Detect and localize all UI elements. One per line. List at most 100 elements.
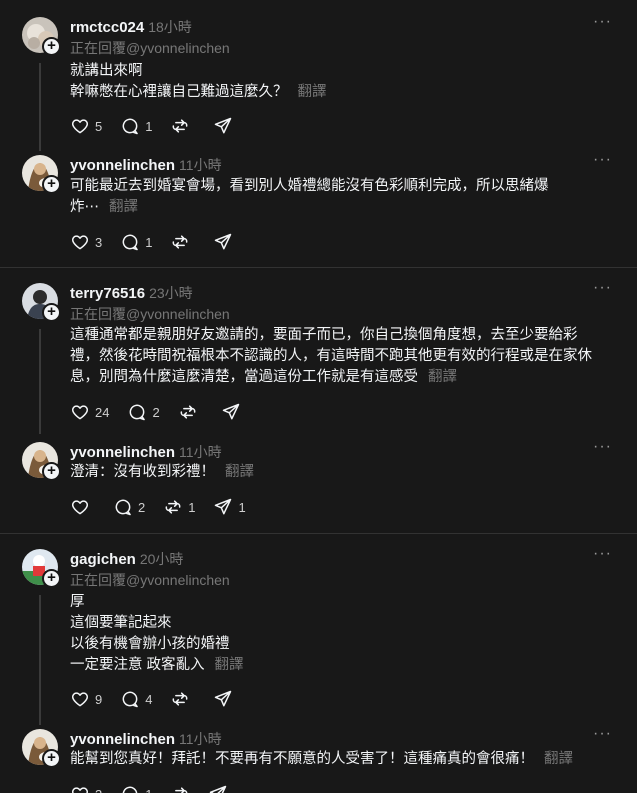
post-text-line: 這種通常都是親朋好友邀請的，要面子而已，你自己換個角度想，去至少要給彩 (70, 327, 578, 343)
send-icon (215, 690, 232, 707)
translate-link[interactable]: 翻譯 (298, 84, 327, 100)
action-bar: 9 4 (70, 689, 251, 709)
more-options-icon[interactable]: ··· (593, 13, 612, 31)
follow-plus-icon[interactable]: + (42, 175, 61, 194)
translate-link[interactable]: 翻譯 (225, 464, 254, 480)
comment-button[interactable]: 4 (120, 689, 152, 709)
comment-button[interactable]: 1 (120, 232, 152, 252)
translate-link[interactable]: 翻譯 (428, 369, 457, 385)
repost-icon (173, 119, 188, 133)
share-button[interactable] (213, 232, 233, 252)
timestamp[interactable]: 18小時 (148, 19, 192, 35)
like-button[interactable]: 3 (70, 784, 102, 793)
username[interactable]: yvonnelinchen (70, 444, 175, 461)
share-button[interactable] (208, 784, 228, 793)
username[interactable]: gagichen (70, 551, 136, 568)
repost-button[interactable]: 1 (163, 497, 195, 517)
action-bar: 2 1 1 (70, 497, 264, 517)
like-button[interactable]: 24 (70, 402, 109, 422)
comment-button[interactable]: 1 (120, 116, 152, 136)
username[interactable]: terry76516 (70, 285, 145, 302)
like-button[interactable] (70, 497, 95, 517)
thread-divider (0, 267, 637, 268)
action-bar: 24 2 (70, 402, 259, 422)
translate-link[interactable]: 翻譯 (109, 199, 138, 215)
heart-icon (71, 405, 89, 420)
share-button[interactable] (213, 689, 233, 709)
repost-button[interactable] (170, 232, 195, 252)
post-text-line: 澄清：沒有收到彩禮！ 翻譯 (70, 464, 254, 480)
username[interactable]: yvonnelinchen (70, 157, 175, 174)
action-bar: 3 1 (70, 232, 251, 252)
timestamp[interactable]: 20小時 (140, 551, 184, 567)
timestamp[interactable]: 11小時 (179, 444, 222, 460)
post-text: 就講出來啊 幹嘛憋在心裡讓自己難過這麼久？ 翻譯 (70, 61, 610, 103)
follow-plus-icon[interactable]: + (42, 462, 61, 481)
comment-icon (115, 499, 131, 516)
heart-icon (71, 692, 89, 707)
thread-divider (0, 533, 637, 534)
more-options-icon[interactable]: ··· (593, 438, 612, 456)
send-icon (215, 498, 232, 515)
post-text-line: 以後有機會辦小孩的婚禮 (70, 636, 230, 652)
post-text-line: 炸⋯ 翻譯 (70, 199, 138, 215)
comment-button[interactable]: 2 (113, 497, 145, 517)
translate-link[interactable]: 翻譯 (215, 657, 244, 673)
more-options-icon[interactable]: ··· (593, 151, 612, 169)
post-text-line: 可能最近去到婚宴會場，看到別人婚禮總能沒有色彩順利完成，所以思緒爆 (70, 178, 549, 194)
repost-button[interactable] (178, 402, 203, 422)
like-count: 24 (95, 404, 110, 420)
post-text-line: 能幫到您真好！拜託！不要再有不願意的人受害了！這種痛真的會很痛！ 翻譯 (70, 751, 573, 767)
repost-icon (175, 787, 188, 793)
more-options-icon[interactable]: ··· (593, 279, 612, 297)
username[interactable]: rmctcc024 (70, 19, 144, 36)
action-bar: 3 1 (70, 784, 246, 793)
post-text: 可能最近去到婚宴會場，看到別人婚禮總能沒有色彩順利完成，所以思緒爆 炸⋯ 翻譯 (70, 176, 610, 218)
like-button[interactable]: 9 (70, 689, 102, 709)
post-text-line: 厚 (70, 594, 85, 610)
post-text: 厚 這個要筆記起來 以後有機會辦小孩的婚禮 一定要注意 政客亂入 翻譯 (70, 592, 610, 676)
follow-plus-icon[interactable]: + (42, 37, 61, 56)
repost-button[interactable] (170, 116, 195, 136)
share-button[interactable] (221, 402, 241, 422)
more-options-icon[interactable]: ··· (593, 545, 612, 563)
post-header: yvonnelinchen 11小時 (70, 155, 222, 175)
action-bar: 5 1 (70, 116, 251, 136)
post-header: yvonnelinchen 11小時 (70, 729, 222, 749)
comment-count: 2 (152, 404, 160, 420)
heart-icon (71, 787, 89, 793)
reply-to-label[interactable]: 正在回覆@yvonnelinchen (70, 38, 230, 58)
thread-line (39, 595, 41, 725)
post-text-line: 幹嘛憋在心裡讓自己難過這麼久？ 翻譯 (70, 84, 327, 100)
post-text-line: 就講出來啊 (70, 63, 143, 79)
follow-plus-icon[interactable]: + (42, 569, 61, 588)
like-button[interactable]: 3 (70, 232, 102, 252)
repost-button[interactable] (170, 784, 190, 793)
username[interactable]: yvonnelinchen (70, 731, 175, 748)
translate-link[interactable]: 翻譯 (544, 751, 573, 767)
follow-plus-icon[interactable]: + (42, 749, 61, 768)
repost-count: 1 (188, 499, 196, 515)
comment-count: 2 (138, 499, 146, 515)
comment-icon (122, 691, 139, 708)
reply-to-label[interactable]: 正在回覆@yvonnelinchen (70, 570, 230, 590)
timestamp[interactable]: 11小時 (179, 731, 222, 747)
timestamp[interactable]: 11小時 (179, 157, 222, 173)
like-count: 3 (95, 787, 102, 793)
post-text-line: 息，別問為什麼這麼清楚，當過這份工作就是有這感受 翻譯 (70, 369, 457, 385)
like-button[interactable]: 5 (70, 116, 102, 136)
share-button[interactable]: 1 (213, 497, 246, 517)
send-icon (215, 233, 232, 250)
repost-button[interactable] (170, 689, 195, 709)
repost-icon (180, 405, 196, 419)
reply-to-label[interactable]: 正在回覆@yvonnelinchen (70, 304, 230, 324)
thread-line (39, 329, 41, 434)
like-count: 5 (95, 118, 103, 134)
timestamp[interactable]: 23小時 (149, 285, 193, 301)
share-button[interactable] (213, 116, 233, 136)
comment-button[interactable]: 2 (127, 402, 160, 422)
comment-button[interactable]: 1 (120, 784, 152, 793)
more-options-icon[interactable]: ··· (593, 725, 612, 743)
follow-plus-icon[interactable]: + (42, 303, 61, 322)
post-header: yvonnelinchen 11小時 (70, 442, 222, 462)
